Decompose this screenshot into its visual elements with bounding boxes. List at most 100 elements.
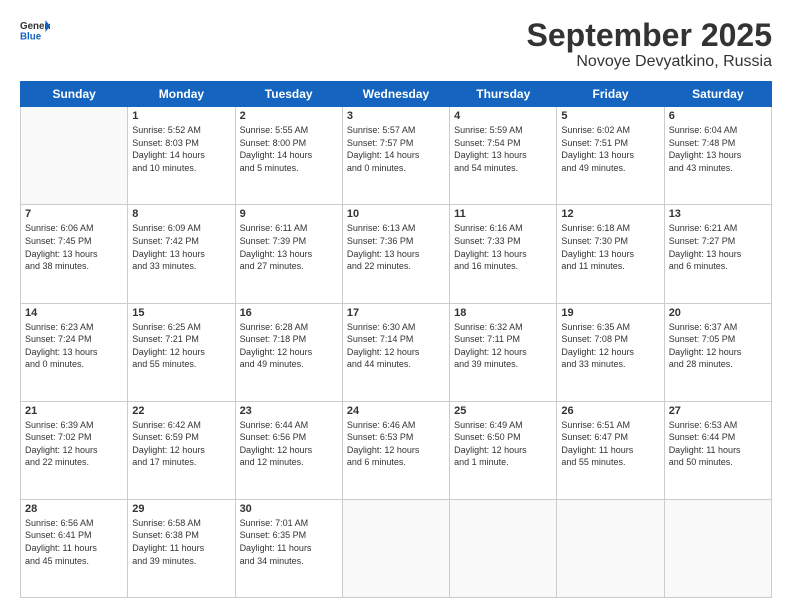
calendar-cell [664,499,771,597]
day-number: 22 [132,405,230,417]
day-info: Sunrise: 6:39 AM Sunset: 7:02 PM Dayligh… [25,419,123,469]
day-number: 12 [561,208,659,220]
header-tuesday: Tuesday [235,82,342,107]
day-info: Sunrise: 6:51 AM Sunset: 6:47 PM Dayligh… [561,419,659,469]
calendar-cell: 25Sunrise: 6:49 AM Sunset: 6:50 PM Dayli… [450,401,557,499]
day-info: Sunrise: 7:01 AM Sunset: 6:35 PM Dayligh… [240,517,338,567]
day-info: Sunrise: 5:52 AM Sunset: 8:03 PM Dayligh… [132,124,230,174]
day-info: Sunrise: 6:21 AM Sunset: 7:27 PM Dayligh… [669,222,767,272]
calendar-cell: 12 Sunrise: 6:18 AM Sunset: 7:30 PM Dayli… [557,205,664,303]
calendar-cell: 28 Sunrise: 6:56 AM Sunset: 6:41 PM Dayli… [21,499,128,597]
calendar-cell [342,499,449,597]
day-number: 21 [25,405,123,417]
day-info: Sunrise: 6:13 AM Sunset: 7:36 PM Dayligh… [347,222,445,272]
calendar-week-row: 21 Sunrise: 6:39 AM Sunset: 7:02 PM Dayli… [21,401,772,499]
calendar-cell [557,499,664,597]
day-number: 2 [240,110,338,122]
day-number: 19 [561,307,659,319]
day-number: 7 [25,208,123,220]
header-friday: Friday [557,82,664,107]
calendar-cell [21,107,128,205]
day-info: Sunrise: 6:32 AM Sunset: 7:11 PM Dayligh… [454,321,552,371]
day-info: Sunrise: 6:18 AM Sunset: 7:30 PM Dayligh… [561,222,659,272]
day-number: 4 [454,110,552,122]
calendar-week-row: 28 Sunrise: 6:56 AM Sunset: 6:41 PM Dayli… [21,499,772,597]
day-info: Sunrise: 6:56 AM Sunset: 6:41 PM Dayligh… [25,517,123,567]
day-number: 29 [132,503,230,515]
day-number: 9 [240,208,338,220]
day-info: Sunrise: 6:06 AM Sunset: 7:45 PM Dayligh… [25,222,123,272]
day-number: 27 [669,405,767,417]
calendar-cell: 18 Sunrise: 6:32 AM Sunset: 7:11 PM Dayli… [450,303,557,401]
day-number: 16 [240,307,338,319]
day-number: 14 [25,307,123,319]
header-sunday: Sunday [21,82,128,107]
calendar-cell: 1 Sunrise: 5:52 AM Sunset: 8:03 PM Daylig… [128,107,235,205]
day-info: Sunrise: 6:44 AM Sunset: 6:56 PM Dayligh… [240,419,338,469]
day-info: Sunrise: 6:16 AM Sunset: 7:33 PM Dayligh… [454,222,552,272]
calendar-cell: 29 Sunrise: 6:58 AM Sunset: 6:38 PM Dayli… [128,499,235,597]
day-info: Sunrise: 5:57 AM Sunset: 7:57 PM Dayligh… [347,124,445,174]
logo: General Blue [20,18,50,46]
day-info: Sunrise: 6:28 AM Sunset: 7:18 PM Dayligh… [240,321,338,371]
svg-text:Blue: Blue [20,32,42,43]
day-number: 15 [132,307,230,319]
day-info: Sunrise: 6:37 AM Sunset: 7:05 PM Dayligh… [669,321,767,371]
day-info: Sunrise: 6:58 AM Sunset: 6:38 PM Dayligh… [132,517,230,567]
day-info: Sunrise: 6:30 AM Sunset: 7:14 PM Dayligh… [347,321,445,371]
day-info: Sunrise: 6:46 AM Sunset: 6:53 PM Dayligh… [347,419,445,469]
calendar-cell: 2 Sunrise: 5:55 AM Sunset: 8:00 PM Daylig… [235,107,342,205]
calendar-cell: 26 Sunrise: 6:51 AM Sunset: 6:47 PM Dayli… [557,401,664,499]
day-info: Sunrise: 5:59 AM Sunset: 7:54 PM Dayligh… [454,124,552,174]
day-info: Sunrise: 6:09 AM Sunset: 7:42 PM Dayligh… [132,222,230,272]
day-number: 25 [454,405,552,417]
day-number: 24 [347,405,445,417]
calendar-cell: 8 Sunrise: 6:09 AM Sunset: 7:42 PM Daylig… [128,205,235,303]
day-number: 13 [669,208,767,220]
calendar-cell: 4 Sunrise: 5:59 AM Sunset: 7:54 PM Daylig… [450,107,557,205]
day-number: 20 [669,307,767,319]
day-number: 6 [669,110,767,122]
calendar-cell: 30Sunrise: 7:01 AM Sunset: 6:35 PM Dayli… [235,499,342,597]
location-subtitle: Novoye Devyatkino, Russia [527,53,772,71]
day-number: 18 [454,307,552,319]
day-info: Sunrise: 6:25 AM Sunset: 7:21 PM Dayligh… [132,321,230,371]
calendar-cell: 13 Sunrise: 6:21 AM Sunset: 7:27 PM Dayli… [664,205,771,303]
calendar-week-row: 1 Sunrise: 5:52 AM Sunset: 8:03 PM Daylig… [21,107,772,205]
header-saturday: Saturday [664,82,771,107]
calendar-cell: 22 Sunrise: 6:42 AM Sunset: 6:59 PM Dayli… [128,401,235,499]
day-number: 8 [132,208,230,220]
day-number: 10 [347,208,445,220]
calendar-cell: 17 Sunrise: 6:30 AM Sunset: 7:14 PM Dayli… [342,303,449,401]
day-info: Sunrise: 6:23 AM Sunset: 7:24 PM Dayligh… [25,321,123,371]
day-number: 5 [561,110,659,122]
calendar-cell: 16 Sunrise: 6:28 AM Sunset: 7:18 PM Dayli… [235,303,342,401]
day-number: 23 [240,405,338,417]
calendar-week-row: 14 Sunrise: 6:23 AM Sunset: 7:24 PM Dayli… [21,303,772,401]
day-number: 1 [132,110,230,122]
day-info: Sunrise: 6:11 AM Sunset: 7:39 PM Dayligh… [240,222,338,272]
calendar-cell: 5 Sunrise: 6:02 AM Sunset: 7:51 PM Daylig… [557,107,664,205]
calendar-cell: 24 Sunrise: 6:46 AM Sunset: 6:53 PM Dayli… [342,401,449,499]
calendar-cell: 27Sunrise: 6:53 AM Sunset: 6:44 PM Dayli… [664,401,771,499]
calendar-table: Sunday Monday Tuesday Wednesday Thursday… [20,81,772,598]
day-info: Sunrise: 6:42 AM Sunset: 6:59 PM Dayligh… [132,419,230,469]
day-number: 17 [347,307,445,319]
day-info: Sunrise: 5:55 AM Sunset: 8:00 PM Dayligh… [240,124,338,174]
day-number: 26 [561,405,659,417]
calendar-cell: 3Sunrise: 5:57 AM Sunset: 7:57 PM Daylig… [342,107,449,205]
title-block: September 2025 Novoye Devyatkino, Russia [527,18,772,71]
header-thursday: Thursday [450,82,557,107]
calendar-cell: 9 Sunrise: 6:11 AM Sunset: 7:39 PM Daylig… [235,205,342,303]
calendar-cell: 14 Sunrise: 6:23 AM Sunset: 7:24 PM Dayli… [21,303,128,401]
calendar-cell: 11Sunrise: 6:16 AM Sunset: 7:33 PM Dayli… [450,205,557,303]
calendar-cell: 19Sunrise: 6:35 AM Sunset: 7:08 PM Dayli… [557,303,664,401]
calendar-cell: 20 Sunrise: 6:37 AM Sunset: 7:05 PM Dayli… [664,303,771,401]
day-info: Sunrise: 6:04 AM Sunset: 7:48 PM Dayligh… [669,124,767,174]
day-number: 28 [25,503,123,515]
calendar-cell [450,499,557,597]
weekday-header-row: Sunday Monday Tuesday Wednesday Thursday… [21,82,772,107]
logo-icon: General Blue [20,18,50,46]
day-info: Sunrise: 6:02 AM Sunset: 7:51 PM Dayligh… [561,124,659,174]
calendar-cell: 7 Sunrise: 6:06 AM Sunset: 7:45 PM Daylig… [21,205,128,303]
